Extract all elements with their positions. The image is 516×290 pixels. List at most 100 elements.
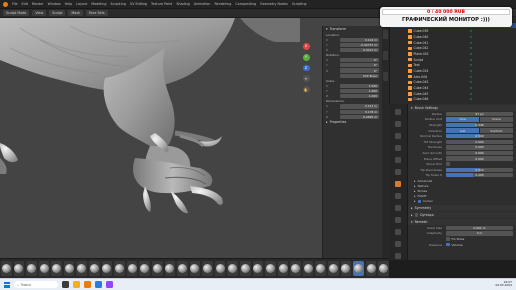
radius-unit-scene[interactable]: Scene (479, 117, 513, 122)
gizmo-x-axis-icon[interactable]: X (302, 43, 310, 50)
brush-tool-button[interactable] (302, 261, 314, 276)
properties-header[interactable]: ▸ Properties (323, 119, 382, 125)
brush-tool-button[interactable] (328, 261, 339, 276)
streaming-app-icon[interactable] (106, 281, 113, 288)
dyntopo-checkbox[interactable] (414, 213, 419, 217)
tab-rendering[interactable]: Rendering (215, 2, 232, 6)
brush-tool-button[interactable] (1, 261, 12, 276)
gizmo-y-axis-icon[interactable]: Y (302, 53, 310, 61)
brush-tool-button[interactable] (189, 261, 201, 276)
brush-tool-button[interactable] (151, 261, 163, 276)
brush-tool-button[interactable] (126, 261, 138, 276)
brush-tool-button[interactable] (38, 261, 50, 276)
brush-tool-button[interactable] (13, 261, 25, 276)
brush-tool-button[interactable] (26, 261, 37, 276)
cursor-checkbox[interactable] (417, 199, 422, 204)
modifier-tab-icon[interactable] (395, 193, 401, 199)
dimensions-x-field[interactable]: 0.213 m (340, 104, 379, 109)
menu-help[interactable]: Help (65, 2, 73, 6)
tab-geometry-nodes[interactable]: Geometry Nodes (260, 2, 288, 6)
brush-tool-button[interactable] (353, 261, 364, 276)
mode-selector[interactable]: Sculpt Mode (3, 10, 30, 16)
physics-tab-icon[interactable] (395, 205, 401, 211)
voxel-size-field[interactable]: 0.001 m (446, 225, 513, 230)
dimensions-y-field[interactable]: 0.178 m (340, 109, 379, 114)
menu-edit[interactable]: Edit (22, 2, 28, 6)
rotation-mode-select[interactable]: XYZ Euler (340, 73, 379, 78)
scale-y-field[interactable]: 1.000 (340, 89, 379, 94)
brush-tool-button[interactable] (164, 261, 176, 276)
world-tab-icon[interactable] (395, 169, 401, 175)
task-view-icon[interactable] (62, 281, 69, 288)
brush-tool-button[interactable] (177, 261, 188, 276)
gizmo-z-axis-icon[interactable]: Z (302, 64, 310, 72)
location-z-field[interactable]: 0.0411 m (340, 47, 379, 53)
render-tab-icon[interactable] (395, 121, 401, 127)
object-tab-icon[interactable] (395, 181, 401, 187)
scene-tab-icon[interactable] (395, 157, 401, 163)
brush-tool-button[interactable] (252, 261, 264, 276)
radius-unit-toggle[interactable]: View Scene (446, 117, 513, 122)
brush-tool-button[interactable] (214, 261, 226, 276)
blender-taskbar-icon[interactable] (84, 281, 91, 288)
brush-tool-button[interactable] (277, 261, 289, 276)
plane-trim-checkbox[interactable] (446, 162, 450, 166)
tilt-strength-slider[interactable]: 0.000 (446, 139, 513, 144)
dyntopo-header[interactable]: ▸ Dyntopo (408, 212, 516, 219)
mask-menu[interactable]: Mask (68, 10, 83, 16)
strength-slider[interactable]: 0.449 (446, 122, 513, 128)
direction-add[interactable]: Add (446, 128, 480, 133)
brush-tool-button[interactable] (265, 261, 276, 276)
sidebar-tab-tool[interactable] (383, 51, 388, 60)
tab-texture-paint[interactable]: Texture Paint (151, 2, 172, 6)
brush-tool-button[interactable] (227, 261, 238, 276)
tab-animation[interactable]: Animation (194, 2, 211, 6)
rotation-y-field[interactable]: 0° (340, 63, 379, 68)
outliner-row[interactable]: Cube.046 ▽ (390, 97, 516, 103)
menu-render[interactable]: Render (32, 2, 44, 6)
brush-tool-button[interactable] (340, 261, 352, 276)
zoom-icon[interactable]: + (302, 75, 310, 83)
brush-tool-button[interactable] (139, 261, 150, 276)
menu-file[interactable]: File (12, 2, 18, 6)
sidebar-tab-item[interactable] (383, 30, 388, 39)
view-menu[interactable]: View (32, 10, 47, 16)
texture-tab-icon[interactable] (395, 253, 401, 259)
view-layer-tab-icon[interactable] (395, 145, 401, 151)
adaptivity-field[interactable]: 0 m (446, 231, 513, 236)
blender-logo-icon[interactable] (3, 1, 8, 7)
brush-tool-button[interactable] (202, 261, 213, 276)
brush-tool-button[interactable] (239, 261, 251, 276)
face-sets-menu[interactable]: Face Sets (85, 10, 108, 16)
brush-tool-button[interactable] (76, 261, 88, 276)
tab-sculpting[interactable]: Sculpting (110, 2, 125, 6)
plane-offset-slider[interactable]: 0.000 (446, 156, 513, 161)
dimensions-z-field[interactable]: 0.0892 m (340, 114, 379, 119)
menu-window[interactable]: Window (48, 2, 61, 6)
tab-shading[interactable]: Shading (176, 2, 189, 6)
sculpt-menu[interactable]: Sculpt (49, 10, 66, 16)
cursor-panel[interactable]: ▸ Cursor (408, 199, 516, 204)
location-y-field[interactable]: -0.00757 m (340, 42, 379, 47)
radius-unit-view[interactable]: View (446, 117, 480, 122)
rotation-z-field[interactable]: 0° (340, 68, 379, 73)
navigation-gizmo[interactable]: X Y Z + ✋ (301, 43, 311, 93)
taskbar-search-input[interactable]: ⌕ Поиск (14, 281, 58, 288)
hardness-slider[interactable]: 0.000 (446, 145, 513, 150)
brush-tool-button[interactable] (63, 261, 75, 276)
preserve-volume-checkbox[interactable] (446, 242, 450, 247)
brush-tool-button[interactable] (51, 261, 62, 276)
fix-poles-checkbox[interactable] (446, 237, 450, 241)
brush-tool-button[interactable] (89, 261, 100, 276)
tab-layout[interactable]: Layout (76, 2, 87, 6)
file-explorer-icon[interactable] (73, 281, 80, 288)
browser-icon[interactable] (95, 281, 102, 288)
scale-z-field[interactable]: 1.000 (340, 94, 379, 99)
brush-tool-button[interactable] (378, 261, 389, 276)
brush-tool-button[interactable] (290, 261, 301, 276)
data-tab-icon[interactable] (395, 229, 401, 235)
brush-tool-button[interactable] (114, 261, 125, 276)
tool-tab-icon[interactable] (395, 109, 401, 115)
brush-tool-button[interactable] (365, 261, 377, 276)
sidebar-tab-view[interactable] (383, 72, 388, 81)
